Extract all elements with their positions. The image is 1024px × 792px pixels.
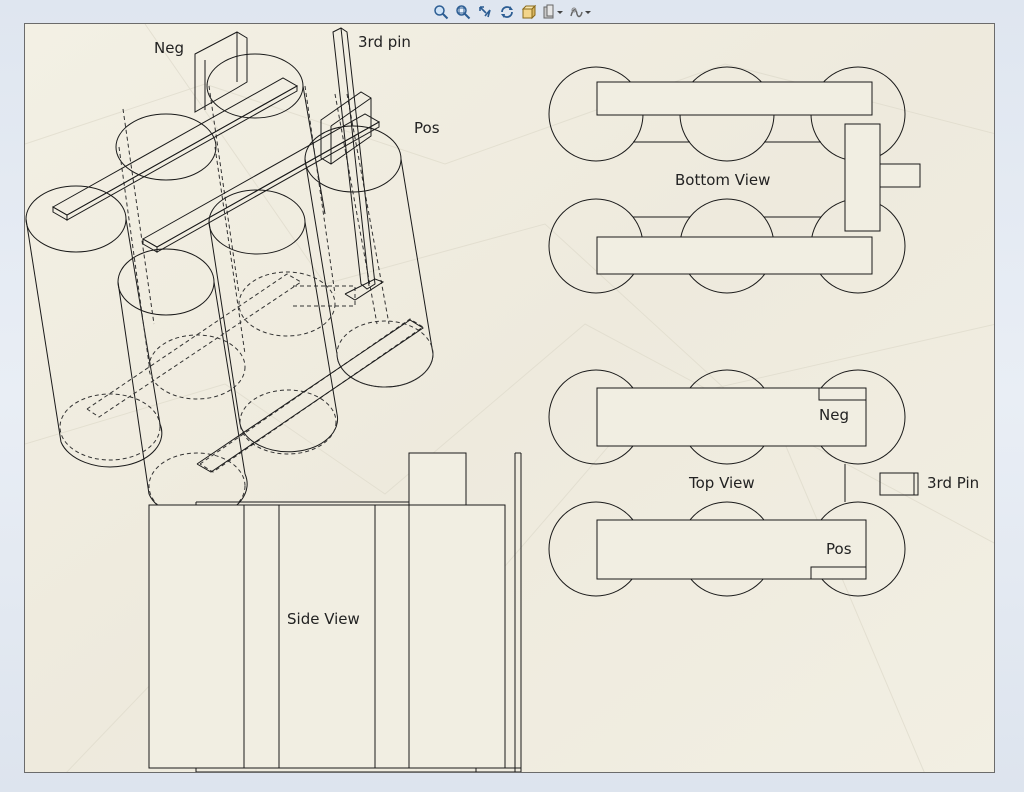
zoom-to-area-icon[interactable] [454,3,472,21]
top-view-label: Top View [688,474,755,492]
top-third-pin-label: 3rd Pin [927,474,979,492]
hide-show-items-icon[interactable] [542,3,564,21]
view-toolbar [0,0,1024,24]
iso-third-pin-label: 3rd pin [358,33,411,51]
drawing-sheet: Neg 3rd pin Pos Bottom View Top View Neg… [24,23,995,773]
side-view-label: Side View [287,610,360,628]
bottom-view-label: Bottom View [675,171,770,189]
top-pos-label: Pos [826,540,852,558]
top-neg-label: Neg [819,406,849,424]
iso-neg-label: Neg [154,39,184,57]
rotate-view-icon[interactable] [498,3,516,21]
zoom-to-fit-icon[interactable] [432,3,450,21]
isometric-view[interactable] [25,27,434,520]
iso-pos-label: Pos [414,119,440,137]
apply-scene-icon[interactable] [568,3,592,21]
3d-drawing-view-icon[interactable] [520,3,538,21]
previous-view-icon[interactable] [476,3,494,21]
drawing-views: Neg 3rd pin Pos Bottom View Top View Neg… [25,27,979,772]
